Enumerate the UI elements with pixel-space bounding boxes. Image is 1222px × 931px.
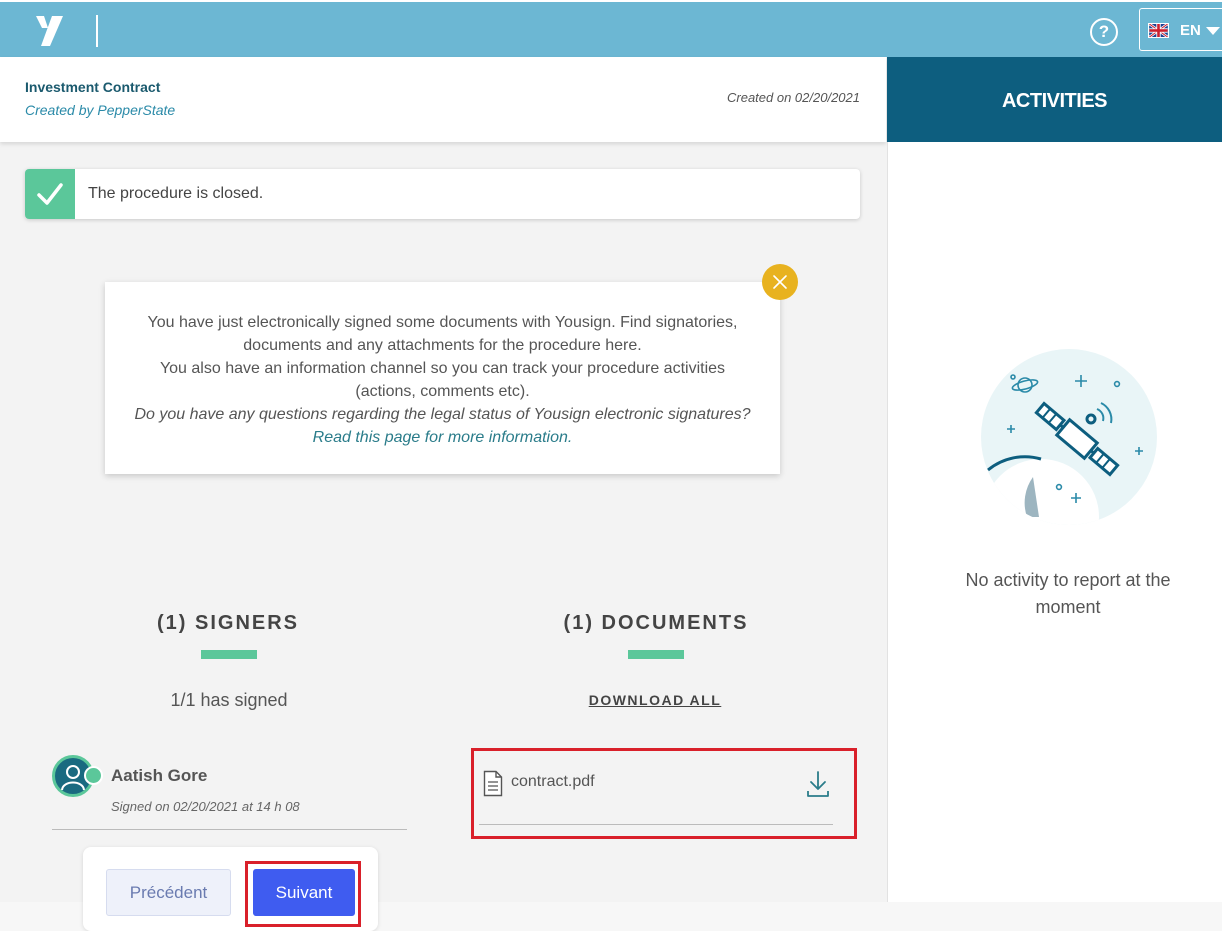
no-activity-message: No activity to report at the moment [965, 570, 1171, 617]
help-button[interactable]: ? [1090, 18, 1118, 46]
uk-flag-icon [1148, 23, 1169, 38]
language-label: EN [1180, 22, 1201, 39]
signed-badge-icon [84, 766, 103, 785]
signer-divider [52, 829, 407, 830]
status-icon-container [25, 169, 75, 219]
check-icon [37, 183, 63, 205]
download-icon[interactable] [807, 770, 829, 798]
caret-down-icon [1206, 27, 1220, 35]
signer-signed-date: Signed on 02/20/2021 at 14 h 08 [111, 799, 300, 814]
close-info-button[interactable] [762, 264, 798, 300]
file-icon [483, 770, 503, 797]
info-text-signed: You have just electronically signed some… [147, 314, 738, 354]
info-card: You have just electronically signed some… [105, 282, 780, 474]
document-highlight-box [471, 748, 857, 839]
activities-header: ACTIVITIES [887, 57, 1222, 142]
language-selector[interactable]: EN [1139, 8, 1222, 51]
logo-divider [96, 15, 98, 47]
yousign-logo-icon[interactable] [34, 14, 64, 48]
next-button[interactable]: Suivant [253, 869, 355, 916]
activities-panel[interactable]: No activity to report at the moment [887, 142, 1222, 902]
signer-name: Aatish Gore [111, 766, 208, 785]
document-file-name: contract.pdf [511, 773, 595, 790]
info-question: Do you have any questions regarding the … [134, 406, 751, 423]
help-icon: ? [1098, 22, 1110, 41]
status-alert: The procedure is closed. [25, 169, 860, 219]
documents-title-underline [628, 650, 684, 659]
document-creator: Created by PepperState [25, 102, 176, 118]
signers-title: (1) SIGNERS [156, 612, 300, 634]
status-text: The procedure is closed. [88, 185, 264, 202]
close-icon [773, 275, 787, 289]
top-bar: ? EN [0, 0, 1222, 57]
document-title: Investment Contract [25, 79, 161, 95]
satellite-illustration [981, 349, 1157, 525]
document-divider [479, 824, 833, 825]
info-text-channel: You also have an information channel so … [159, 360, 726, 400]
previous-button[interactable]: Précédent [106, 869, 231, 916]
signers-title-underline [201, 650, 257, 659]
document-created-date: Created on 02/20/2021 [727, 90, 860, 105]
documents-title: (1) DOCUMENTS [563, 612, 749, 634]
download-all-link[interactable]: DOWNLOAD ALL [560, 692, 750, 708]
signed-count: 1/1 has signed [170, 690, 288, 710]
document-header: Investment Contract Created by PepperSta… [0, 57, 886, 142]
info-legal-link[interactable]: Read this page for more information. [313, 429, 573, 446]
